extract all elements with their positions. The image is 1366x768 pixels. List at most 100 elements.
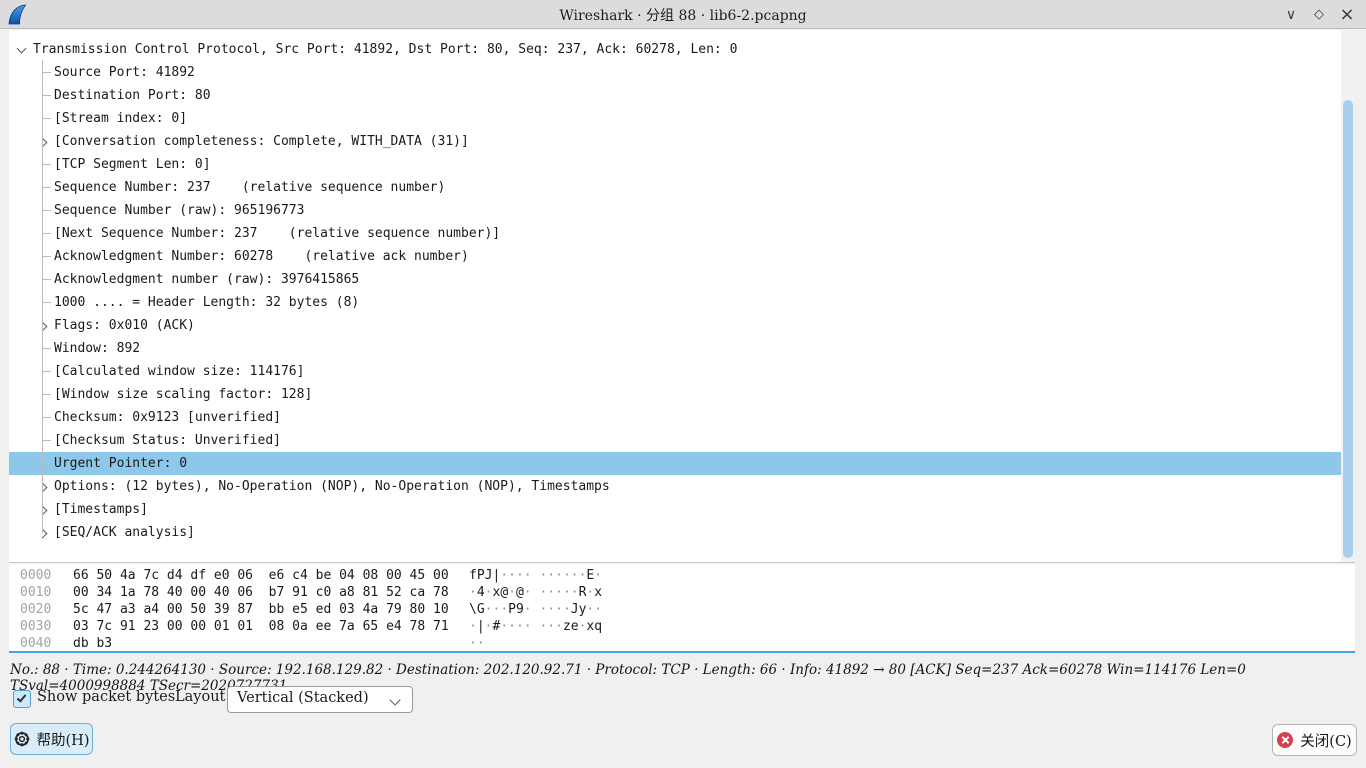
hex-ascii[interactable]: ·4·x@·@· ·····R·x [469, 584, 602, 601]
tree-item-label: [TCP Segment Len: 0] [54, 153, 211, 176]
hex-ascii[interactable]: ·|·#···· ···ze·xq [469, 618, 602, 635]
tree-row[interactable]: [SEQ/ACK analysis] [9, 521, 1341, 544]
hex-ascii[interactable]: fPJ|···· ······E· [469, 567, 602, 584]
tree-row[interactable]: Checksum: 0x9123 [unverified] [9, 406, 1341, 429]
title-bar: Wireshark · 分组 88 · lib6-2.pcapng ∨ ◇ × [0, 0, 1366, 29]
chevron-right-icon[interactable] [38, 528, 48, 538]
tree-item-label: [Window size scaling factor: 128] [54, 383, 312, 406]
tree-row[interactable]: [TCP Segment Len: 0] [9, 153, 1341, 176]
tree-guide-stub [42, 118, 51, 119]
tree-row[interactable]: Options: (12 bytes), No-Operation (NOP),… [9, 475, 1341, 498]
hex-ascii[interactable]: \G···P9· ····Jy·· [469, 601, 602, 618]
tree-item-label: [Conversation completeness: Complete, WI… [54, 130, 469, 153]
hex-offset: 0020 [20, 601, 64, 618]
chevron-down-icon[interactable] [17, 45, 27, 55]
hex-offset: 0010 [20, 584, 64, 601]
chevron-right-icon[interactable] [38, 137, 48, 147]
tree-row[interactable]: Acknowledgment Number: 60278 (relative a… [9, 245, 1341, 268]
tree-item-label: [Calculated window size: 114176] [54, 360, 304, 383]
tree-scrollbar[interactable] [1341, 30, 1355, 562]
tree-guide-stub [42, 164, 51, 165]
tree-item-label: Window: 892 [54, 337, 140, 360]
minimize-icon[interactable]: ∨ [1280, 4, 1302, 26]
window-controls: ∨ ◇ × [1280, 0, 1358, 29]
tree-item-label: [Next Sequence Number: 237 (relative seq… [54, 222, 500, 245]
help-button-label: 帮助(H) [37, 729, 90, 750]
tree-row[interactable]: Destination Port: 80 [9, 84, 1341, 107]
tree-guide-stub [42, 302, 51, 303]
window-title: Wireshark · 分组 88 · lib6-2.pcapng [0, 5, 1366, 25]
tree-row[interactable]: Acknowledgment number (raw): 3976415865 [9, 268, 1341, 291]
tree-row[interactable]: [Stream index: 0] [9, 107, 1341, 130]
hex-offset: 0000 [20, 567, 64, 584]
layout-label: Layout: [175, 689, 230, 705]
tree-row[interactable]: Source Port: 41892 [9, 61, 1341, 84]
tree-row[interactable]: Window: 892 [9, 337, 1341, 360]
hex-bytes[interactable]: 5c 47 a3 a4 00 50 39 87 bb e5 ed 03 4a 7… [73, 601, 469, 618]
tree-row[interactable]: [Next Sequence Number: 237 (relative seq… [9, 222, 1341, 245]
tree-item-label: Options: (12 bytes), No-Operation (NOP),… [54, 475, 610, 498]
tree-guide-stub [42, 394, 51, 395]
tree-item-label: Sequence Number: 237 (relative sequence … [54, 176, 445, 199]
tree-guide-stub [42, 463, 51, 464]
tree-row[interactable]: Transmission Control Protocol, Src Port:… [9, 38, 1341, 61]
packet-detail-tree: Transmission Control Protocol, Src Port:… [9, 30, 1355, 563]
hex-row[interactable]: 0010 00 34 1a 78 40 00 40 06 b7 91 c0 a8 … [9, 584, 1355, 601]
tree-row[interactable]: 1000 .... = Header Length: 32 bytes (8) [9, 291, 1341, 314]
hex-offset: 0030 [20, 618, 64, 635]
tree-row[interactable]: [Calculated window size: 114176] [9, 360, 1341, 383]
hex-bytes[interactable]: 66 50 4a 7c d4 df e0 06 e6 c4 be 04 08 0… [73, 567, 469, 584]
hex-bytes[interactable]: db b3 [73, 635, 469, 652]
help-button[interactable]: 帮助(H) [10, 723, 93, 755]
layout-dropdown[interactable]: Vertical (Stacked) [227, 686, 413, 713]
tree-guide-stub [42, 256, 51, 257]
hex-ascii[interactable]: ·· [469, 635, 485, 652]
hex-row[interactable]: 0000 66 50 4a 7c d4 df e0 06 e6 c4 be 04 … [9, 567, 1355, 584]
close-window-icon[interactable]: × [1336, 4, 1358, 26]
tree-guide-stub [42, 187, 51, 188]
tree-item-label: [SEQ/ACK analysis] [54, 521, 195, 544]
tree-row[interactable]: Sequence Number: 237 (relative sequence … [9, 176, 1341, 199]
tree-scrollbar-thumb[interactable] [1343, 100, 1353, 558]
chevron-right-icon[interactable] [38, 505, 48, 515]
tree-row[interactable]: [Window size scaling factor: 128] [9, 383, 1341, 406]
tree-item-label: Urgent Pointer: 0 [54, 452, 187, 475]
tree-row[interactable]: Urgent Pointer: 0 [9, 452, 1341, 475]
tree-item-label: [Stream index: 0] [54, 107, 187, 130]
chevron-down-icon [391, 696, 400, 705]
tree-row[interactable]: Sequence Number (raw): 965196773 [9, 199, 1341, 222]
packet-bytes-pane: 0000 66 50 4a 7c d4 df e0 06 e6 c4 be 04 … [9, 564, 1355, 653]
tree-item-label: Sequence Number (raw): 965196773 [54, 199, 304, 222]
hex-row[interactable]: 0040 db b3·· [9, 635, 1355, 652]
tree-item-label: [Checksum Status: Unverified] [54, 429, 281, 452]
tree-item-label: Transmission Control Protocol, Src Port:… [33, 38, 737, 61]
hex-row[interactable]: 0020 5c 47 a3 a4 00 50 39 87 bb e5 ed 03 … [9, 601, 1355, 618]
close-circle-icon [1277, 732, 1293, 748]
tree-row[interactable]: Flags: 0x010 (ACK) [9, 314, 1341, 337]
tree-item-label: Flags: 0x010 (ACK) [54, 314, 195, 337]
tree-guide-stub [42, 95, 51, 96]
tree-guide-stub [42, 417, 51, 418]
hex-bytes[interactable]: 00 34 1a 78 40 00 40 06 b7 91 c0 a8 81 5… [73, 584, 469, 601]
checkmark-icon [17, 692, 27, 702]
tree-row[interactable]: [Conversation completeness: Complete, WI… [9, 130, 1341, 153]
tree-row[interactable]: [Timestamps] [9, 498, 1341, 521]
show-packet-bytes-checkbox[interactable] [13, 690, 31, 708]
tree-guide-stub [42, 210, 51, 211]
tree-row[interactable]: [Checksum Status: Unverified] [9, 429, 1341, 452]
hex-rows: 0000 66 50 4a 7c d4 df e0 06 e6 c4 be 04 … [9, 564, 1355, 652]
tree-item-label: Checksum: 0x9123 [unverified] [54, 406, 281, 429]
hex-bytes[interactable]: 03 7c 91 23 00 00 01 01 08 0a ee 7a 65 e… [73, 618, 469, 635]
show-packet-bytes-label[interactable]: Show packet bytes [37, 689, 175, 705]
tree-item-label: Destination Port: 80 [54, 84, 211, 107]
hex-row[interactable]: 0030 03 7c 91 23 00 00 01 01 08 0a ee 7a … [9, 618, 1355, 635]
tree-guide-stub [42, 233, 51, 234]
tree-guide-stub [42, 348, 51, 349]
maximize-icon[interactable]: ◇ [1308, 4, 1330, 26]
hex-offset: 0040 [20, 635, 64, 652]
help-icon [14, 731, 30, 747]
chevron-right-icon[interactable] [38, 321, 48, 331]
controls-row: Show packet bytes Layout: Vertical (Stac… [0, 686, 1366, 714]
close-button[interactable]: 关闭(C) [1272, 724, 1357, 756]
chevron-right-icon[interactable] [38, 482, 48, 492]
